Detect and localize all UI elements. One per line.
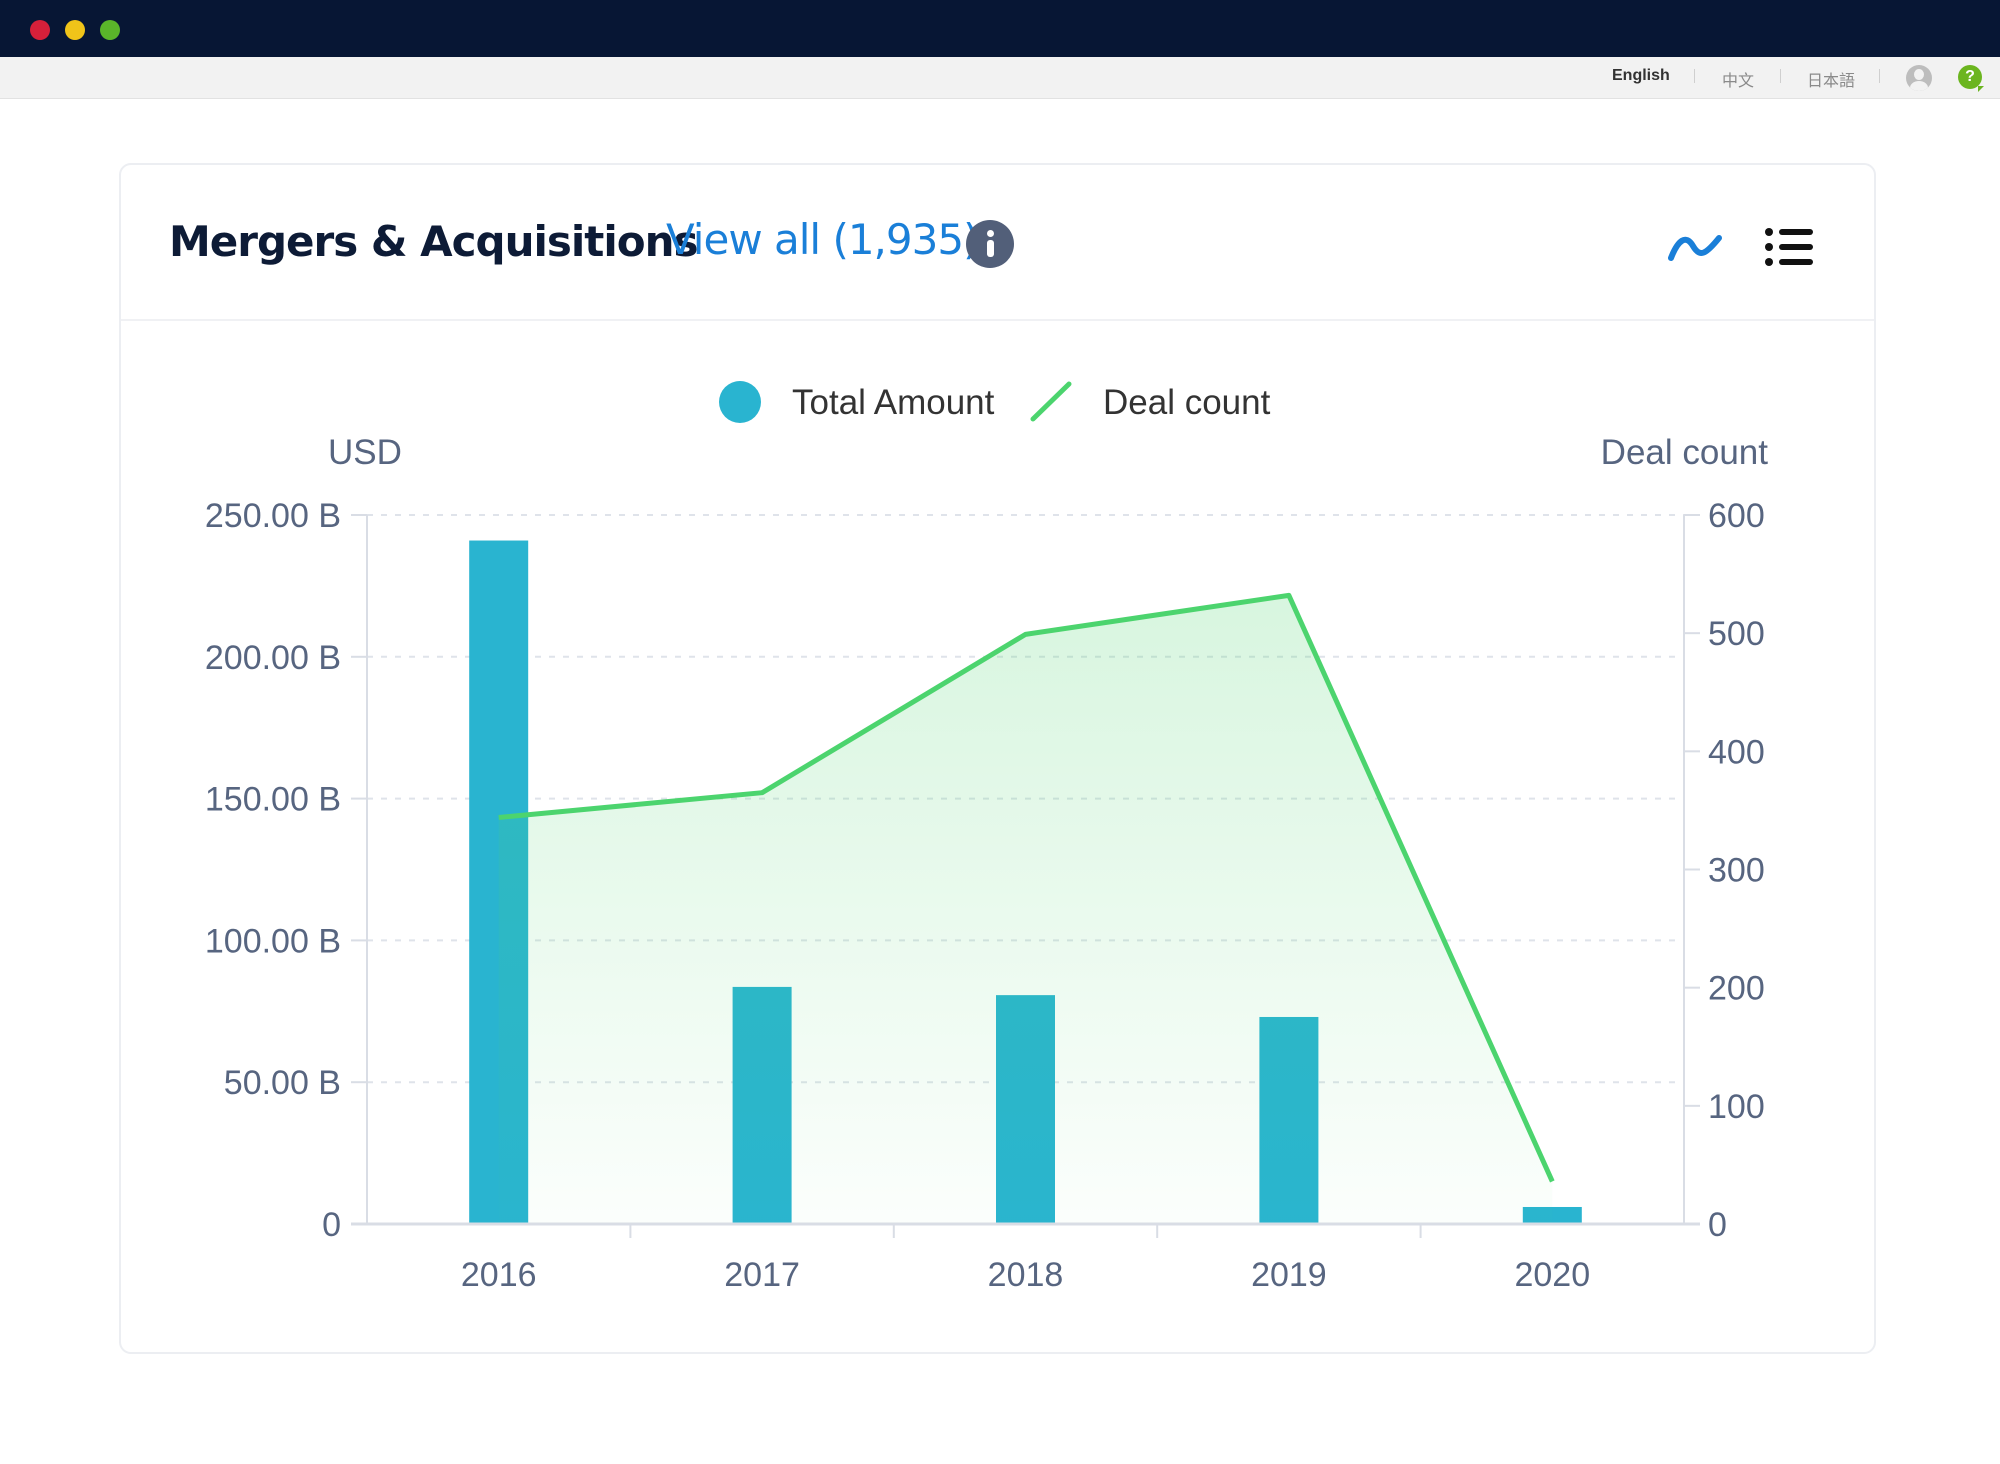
- mergers-acquisitions-chart: 0 50.00 B 100.00 B 150.00 B 200.00 B 250.00 B…: [205, 381, 1769, 1294]
- deal-count-area: [498, 595, 1553, 1224]
- y-left-tick-label: 100.00 B: [205, 922, 341, 960]
- legend: Total Amount Deal count: [719, 381, 1271, 423]
- y-right-tick-label: 200: [1708, 970, 1765, 1008]
- legend-label-total-amount: Total Amount: [792, 383, 995, 422]
- x-tick-label: 2019: [1251, 1256, 1327, 1294]
- y-right-axis-label: Deal count: [1601, 433, 1769, 472]
- x-tick-label: 2018: [988, 1256, 1064, 1294]
- legend-item-total-amount[interactable]: Total Amount: [719, 381, 995, 423]
- deal-count-series: [498, 592, 1555, 1224]
- x-tick-label: 2016: [461, 1256, 537, 1294]
- x-tick-label: 2017: [724, 1256, 800, 1294]
- y-right-tick-label: 100: [1708, 1088, 1765, 1126]
- y-left-tick-label: 200.00 B: [205, 639, 341, 677]
- x-tick-label: 2020: [1514, 1256, 1590, 1294]
- legend-line-icon: [1030, 381, 1072, 422]
- y-left-axis-label: USD: [328, 433, 402, 472]
- y-right-tick-label: 600: [1708, 497, 1765, 535]
- y-right-tick-label: 400: [1708, 733, 1765, 771]
- legend-label-deal-count: Deal count: [1103, 383, 1271, 422]
- y-right-tick-label: 0: [1708, 1206, 1727, 1244]
- y-left-tick-label: 250.00 B: [205, 497, 341, 535]
- y-left-tick-label: 50.00 B: [224, 1064, 341, 1102]
- y-right-tick-label: 500: [1708, 615, 1765, 653]
- legend-circle-icon: [719, 381, 761, 423]
- legend-item-deal-count[interactable]: Deal count: [1030, 381, 1271, 422]
- y-left-tick-label: 0: [322, 1206, 341, 1244]
- y-right-tick-label: 300: [1708, 852, 1765, 890]
- y-left-tick-label: 150.00 B: [205, 781, 341, 819]
